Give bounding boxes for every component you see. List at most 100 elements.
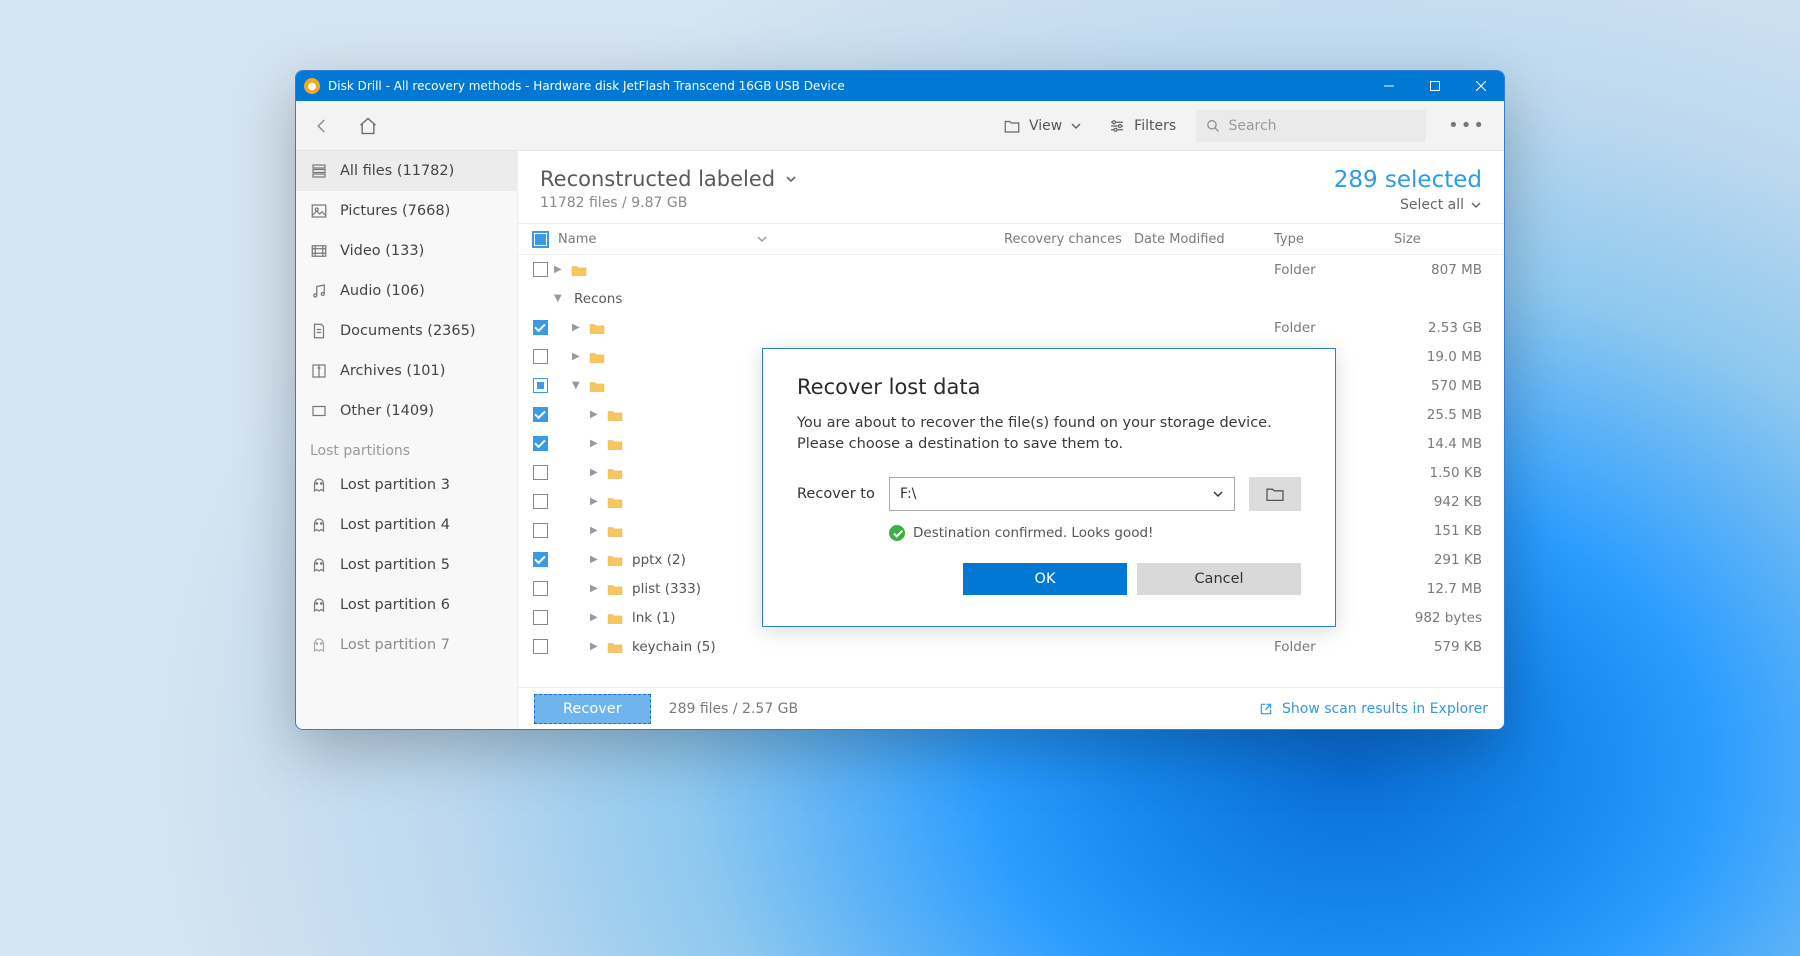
expand-icon[interactable]: ▶	[590, 496, 606, 507]
minimize-button[interactable]	[1366, 71, 1412, 101]
search-input[interactable]	[1228, 118, 1416, 134]
row-checkbox[interactable]	[533, 349, 548, 364]
search-container	[1196, 110, 1426, 142]
sidebar-item-partition-5[interactable]: Lost partition 5	[296, 545, 517, 585]
row-checkbox[interactable]	[533, 639, 548, 654]
maximize-button[interactable]	[1412, 71, 1458, 101]
dialog-title: Recover lost data	[797, 375, 1301, 399]
footer: Recover 289 files / 2.57 GB Show scan re…	[518, 687, 1504, 729]
row-checkbox[interactable]	[533, 494, 548, 509]
sidebar-item-audio[interactable]: Audio (106)	[296, 271, 517, 311]
table-row[interactable]: ▶ keychain (5) Folder 579 KB	[518, 632, 1504, 661]
table-row[interactable]: ▶ Folder 2.53 GB	[518, 313, 1504, 342]
row-checkbox[interactable]	[533, 320, 548, 335]
toolbar: View Filters •••	[296, 101, 1504, 151]
dialog-body: You are about to recover the file(s) fou…	[797, 413, 1301, 455]
sidebar-item-archives[interactable]: Archives (101)	[296, 351, 517, 391]
breadcrumb[interactable]: Reconstructed labeled	[540, 167, 1334, 191]
filters-button[interactable]: Filters	[1102, 117, 1182, 135]
ghost-icon	[310, 636, 328, 654]
chevron-down-icon	[785, 173, 797, 185]
table-row[interactable]: ▶ Folder 807 MB	[518, 255, 1504, 284]
sidebar-item-partition-6[interactable]: Lost partition 6	[296, 585, 517, 625]
close-button[interactable]	[1458, 71, 1504, 101]
dest-select[interactable]: F:\	[889, 477, 1235, 511]
ghost-icon	[310, 476, 328, 494]
folder-icon	[1003, 117, 1021, 135]
sidebar-item-partition-7[interactable]: Lost partition 7	[296, 625, 517, 665]
row-checkbox[interactable]	[533, 436, 548, 451]
expand-icon[interactable]: ▶	[590, 467, 606, 478]
expand-icon[interactable]: ▶	[572, 351, 588, 362]
select-all-button[interactable]: Select all	[1334, 197, 1482, 213]
check-circle-icon	[889, 525, 905, 541]
row-checkbox[interactable]	[533, 552, 548, 567]
col-date-modified[interactable]: Date Modified	[1134, 232, 1274, 247]
external-link-icon	[1258, 701, 1274, 717]
sidebar-item-all-files[interactable]: All files (11782)	[296, 151, 517, 191]
document-icon	[310, 322, 328, 340]
ghost-icon	[310, 556, 328, 574]
group-row[interactable]: ▼ Recons	[518, 284, 1504, 313]
expand-icon[interactable]: ▶	[590, 641, 606, 652]
row-checkbox[interactable]	[533, 262, 548, 277]
row-checkbox[interactable]	[533, 610, 548, 625]
expand-icon[interactable]: ▶	[590, 409, 606, 420]
expand-icon[interactable]: ▶	[554, 264, 570, 275]
recover-button[interactable]: Recover	[534, 694, 651, 724]
col-name[interactable]: Name	[558, 232, 596, 247]
more-button[interactable]: •••	[1440, 115, 1494, 136]
stack-icon	[310, 162, 328, 180]
expand-icon[interactable]: ▶	[590, 612, 606, 623]
ghost-icon	[310, 596, 328, 614]
row-checkbox[interactable]	[533, 581, 548, 596]
back-button[interactable]	[306, 110, 338, 142]
expand-icon[interactable]: ▶	[590, 554, 606, 565]
sidebar-item-documents[interactable]: Documents (2365)	[296, 311, 517, 351]
app-window: ● Disk Drill - All recovery methods - Ha…	[295, 70, 1505, 730]
row-checkbox[interactable]	[533, 407, 548, 422]
picture-icon	[310, 202, 328, 220]
chevron-down-icon	[1212, 488, 1224, 500]
expand-icon[interactable]: ▶	[590, 525, 606, 536]
sidebar-item-other[interactable]: Other (1409)	[296, 391, 517, 431]
sidebar-item-video[interactable]: Video (133)	[296, 231, 517, 271]
header-checkbox[interactable]	[532, 231, 549, 248]
window-title: Disk Drill - All recovery methods - Hard…	[328, 79, 1366, 93]
sidebar-item-partition-3[interactable]: Lost partition 3	[296, 465, 517, 505]
expand-icon[interactable]: ▶	[590, 438, 606, 449]
chevron-down-icon	[1470, 199, 1482, 211]
dest-label: Recover to	[797, 486, 875, 502]
expand-icon[interactable]: ▼	[572, 380, 588, 391]
browse-button[interactable]	[1249, 477, 1301, 511]
selected-count: 289 selected	[1334, 167, 1482, 193]
expand-icon[interactable]: ▶	[572, 322, 588, 333]
archive-icon	[310, 362, 328, 380]
folder-icon	[570, 263, 588, 277]
show-in-explorer-link[interactable]: Show scan results in Explorer	[1258, 701, 1488, 717]
sidebar-item-partition-4[interactable]: Lost partition 4	[296, 505, 517, 545]
col-size[interactable]: Size	[1394, 232, 1504, 247]
dialog-ok-button[interactable]: OK	[963, 563, 1127, 595]
folder-icon	[606, 408, 624, 422]
folder-icon	[588, 379, 606, 393]
ghost-icon	[310, 516, 328, 534]
folder-icon	[606, 524, 624, 538]
home-button[interactable]	[352, 110, 384, 142]
app-icon: ●	[304, 78, 320, 94]
sidebar-item-pictures[interactable]: Pictures (7668)	[296, 191, 517, 231]
chevron-down-icon[interactable]	[756, 233, 768, 245]
collapse-icon[interactable]: ▼	[554, 293, 570, 304]
folder-icon	[588, 321, 606, 335]
audio-icon	[310, 282, 328, 300]
titlebar: ● Disk Drill - All recovery methods - Ha…	[296, 71, 1504, 101]
expand-icon[interactable]: ▶	[590, 583, 606, 594]
col-type[interactable]: Type	[1274, 232, 1394, 247]
row-checkbox[interactable]	[533, 465, 548, 480]
row-checkbox[interactable]	[533, 523, 548, 538]
sliders-icon	[1108, 117, 1126, 135]
view-button[interactable]: View	[997, 117, 1088, 135]
dialog-cancel-button[interactable]: Cancel	[1137, 563, 1301, 595]
row-checkbox[interactable]	[533, 378, 548, 393]
col-recovery-chances[interactable]: Recovery chances	[1004, 232, 1134, 247]
